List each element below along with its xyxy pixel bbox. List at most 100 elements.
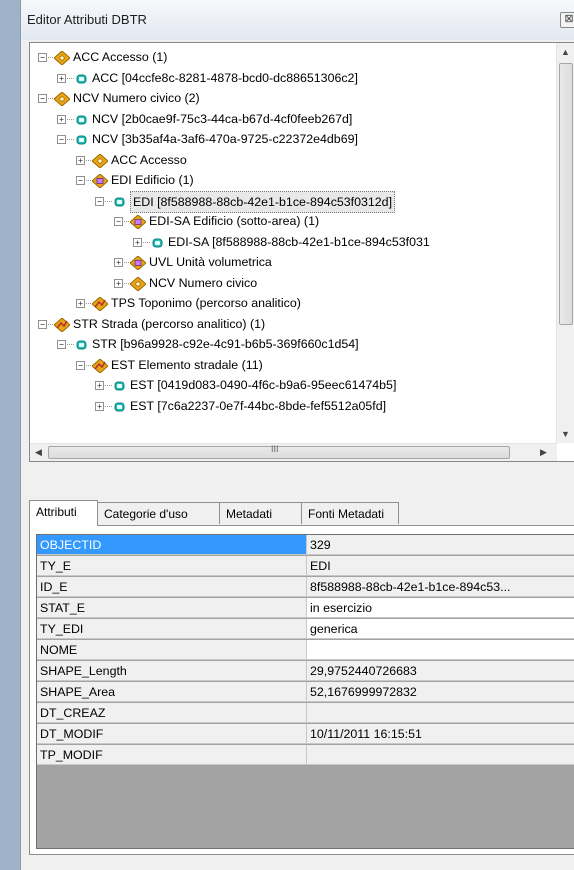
- tree-node[interactable]: + ACC [04ccfe8c-8281-4878-bcd0-dc88651306…: [30, 68, 557, 88]
- tree-node[interactable]: − STR [b96a9928-c92e-4c91-b6b5-369f660c1d…: [30, 334, 557, 354]
- tree-node-label[interactable]: ACC Accesso (1): [73, 47, 167, 67]
- collapse-icon[interactable]: −: [95, 196, 104, 206]
- attribute-value[interactable]: generica: [307, 619, 574, 639]
- tree-node-label[interactable]: NCV Numero civico (2): [73, 88, 200, 108]
- vertical-scroll-thumb[interactable]: [559, 63, 573, 325]
- tree-node[interactable]: − EDI Edificio (1): [30, 170, 557, 190]
- collapse-icon[interactable]: −: [114, 217, 123, 226]
- polygon-class-icon: [129, 255, 147, 276]
- collapse-icon[interactable]: −: [38, 94, 47, 103]
- scroll-right-arrow-icon[interactable]: ▶: [540, 447, 547, 458]
- attribute-value[interactable]: 10/11/2011 16:15:51: [307, 724, 574, 744]
- attribute-value[interactable]: 329: [307, 535, 574, 555]
- attribute-row[interactable]: SHAPE_Area 52,1676999972832: [37, 682, 574, 703]
- attribute-name: ID_E: [37, 577, 307, 597]
- tree-node[interactable]: − EST Elemento stradale (11): [30, 355, 557, 375]
- expand-icon[interactable]: +: [133, 237, 142, 247]
- tree-node-label[interactable]: NCV Numero civico: [149, 273, 257, 293]
- tree-node-label[interactable]: EDI Edificio (1): [111, 170, 194, 190]
- attribute-value[interactable]: EDI: [307, 556, 574, 576]
- attribute-row[interactable]: STAT_E in esercizio: [37, 598, 574, 619]
- attribute-value[interactable]: 29,9752440726683: [307, 661, 574, 681]
- expand-icon[interactable]: +: [57, 73, 66, 83]
- collapse-icon[interactable]: −: [76, 176, 85, 185]
- tree-node-label[interactable]: EST Elemento stradale (11): [111, 355, 263, 375]
- attribute-value[interactable]: in esercizio: [307, 598, 574, 618]
- attribute-row[interactable]: NOME: [37, 640, 574, 661]
- attribute-row[interactable]: OBJECTID 329: [37, 535, 574, 556]
- tree-node[interactable]: + EST [7c6a2237-0e7f-44bc-8bde-fef5512a05…: [30, 396, 557, 416]
- tree-horizontal-scrollbar[interactable]: ◀ III ▶: [30, 443, 557, 461]
- tree-node[interactable]: − STR Strada (percorso analitico) (1): [30, 314, 557, 334]
- scroll-left-arrow-icon[interactable]: ◀: [35, 447, 42, 458]
- expand-icon[interactable]: +: [95, 381, 104, 390]
- attribute-value[interactable]: [307, 640, 574, 660]
- collapse-icon[interactable]: −: [57, 340, 66, 349]
- tree-node-label[interactable]: STR [b96a9928-c92e-4c91-b6b5-369f660c1d5…: [92, 334, 359, 354]
- tree-node[interactable]: − EDI [8f588988-88cb-42e1-b1ce-894c53f031…: [30, 190, 557, 213]
- tab-attributi[interactable]: Attributi: [29, 500, 98, 526]
- scroll-down-arrow-icon[interactable]: ▼: [561, 429, 570, 439]
- tree-node-label[interactable]: EDI [8f588988-88cb-42e1-b1ce-894c53f0312…: [130, 190, 396, 213]
- expand-icon[interactable]: +: [114, 278, 123, 288]
- tree-node[interactable]: + ACC Accesso: [30, 150, 557, 170]
- horizontal-scroll-thumb[interactable]: III: [48, 444, 510, 459]
- attribute-value[interactable]: [307, 703, 574, 723]
- expand-icon[interactable]: +: [76, 299, 85, 308]
- attribute-row[interactable]: ID_E 8f588988-88cb-42e1-b1ce-894c53...: [37, 577, 574, 598]
- attribute-value[interactable]: 8f588988-88cb-42e1-b1ce-894c53...: [307, 577, 574, 597]
- attribute-value[interactable]: [307, 745, 574, 765]
- expand-icon[interactable]: +: [76, 155, 85, 165]
- tree-node-label[interactable]: ACC [04ccfe8c-8281-4878-bcd0-dc88651306c…: [92, 68, 358, 88]
- feature-icon: [111, 195, 127, 215]
- feature-icon: [73, 113, 89, 133]
- tree-node[interactable]: − ACC Accesso (1): [30, 47, 557, 67]
- tree-node[interactable]: + UVL Unità volumetrica: [30, 252, 557, 272]
- tree-node[interactable]: − NCV [3b35af4a-3af6-470a-9725-c22372e4db…: [30, 129, 557, 149]
- tree-node[interactable]: + EST [0419d083-0490-4f6c-b9a6-95eec61474…: [30, 375, 557, 395]
- attribute-name: DT_MODIF: [37, 724, 307, 744]
- attribute-row[interactable]: DT_MODIF 10/11/2011 16:15:51: [37, 724, 574, 745]
- feature-icon: [111, 400, 127, 420]
- tree-node[interactable]: + NCV Numero civico: [30, 273, 557, 293]
- collapse-icon[interactable]: −: [57, 135, 66, 144]
- class-icon: [91, 152, 109, 174]
- collapse-icon[interactable]: −: [38, 319, 47, 329]
- tree-node-label[interactable]: NCV [2b0cae9f-75c3-44ca-b67d-4cf0feeb267…: [92, 109, 352, 129]
- tree-node-label[interactable]: EDI-SA Edificio (sotto-area) (1): [149, 211, 319, 231]
- attribute-row[interactable]: TY_E EDI: [37, 556, 574, 577]
- tab-metadati[interactable]: Metadati: [219, 502, 302, 524]
- close-icon[interactable]: ⊠: [560, 12, 574, 28]
- attribute-row[interactable]: TP_MODIF: [37, 745, 574, 766]
- tab-fonti-metadati[interactable]: Fonti Metadati: [301, 502, 399, 524]
- collapse-icon[interactable]: −: [76, 360, 85, 370]
- attribute-value[interactable]: 52,1676999972832: [307, 682, 574, 702]
- expand-icon[interactable]: +: [95, 401, 104, 411]
- tree-node-label[interactable]: ACC Accesso: [111, 150, 187, 170]
- tree-node[interactable]: + TPS Toponimo (percorso analitico): [30, 293, 557, 313]
- tree-node[interactable]: + NCV [2b0cae9f-75c3-44ca-b67d-4cf0feeb26…: [30, 109, 557, 129]
- line-class-icon: [53, 316, 71, 338]
- expand-icon[interactable]: +: [114, 258, 123, 267]
- attribute-name: TY_E: [37, 556, 307, 576]
- expand-icon[interactable]: +: [57, 114, 66, 124]
- tree-node-label[interactable]: NCV [3b35af4a-3af6-470a-9725-c22372e4db6…: [92, 129, 358, 149]
- tree-node-label[interactable]: EST [7c6a2237-0e7f-44bc-8bde-fef5512a05f…: [130, 396, 386, 416]
- tree-node[interactable]: − EDI-SA Edificio (sotto-area) (1): [30, 211, 557, 231]
- attribute-row[interactable]: TY_EDI generica: [37, 619, 574, 640]
- class-icon: [53, 91, 71, 112]
- collapse-icon[interactable]: −: [38, 53, 47, 62]
- tree-node-label[interactable]: EDI-SA [8f588988-88cb-42e1-b1ce-894c53f0…: [168, 232, 430, 252]
- tree-node[interactable]: + EDI-SA [8f588988-88cb-42e1-b1ce-894c53f…: [30, 232, 557, 252]
- tree-node[interactable]: − NCV Numero civico (2): [30, 88, 557, 108]
- attribute-row[interactable]: SHAPE_Length 29,9752440726683: [37, 661, 574, 682]
- tab-categorie-d-uso[interactable]: Categorie d'uso: [97, 502, 220, 524]
- tree-node-label[interactable]: EST [0419d083-0490-4f6c-b9a6-95eec61474b…: [130, 375, 396, 395]
- tree-vertical-scrollbar[interactable]: ▲ ▼: [556, 43, 574, 443]
- attribute-row[interactable]: DT_CREAZ: [37, 703, 574, 724]
- attribute-editor-window: Editor Attributi DBTR ⊠ + EST [7c6a2237-0…: [20, 0, 574, 870]
- tree-node-label[interactable]: UVL Unità volumetrica: [149, 252, 272, 272]
- attributes-panel: OBJECTID 329 TY_E EDI ID_E 8f588988-88cb-42e1…: [29, 525, 574, 855]
- scroll-up-arrow-icon[interactable]: ▲: [561, 47, 570, 57]
- feature-tree[interactable]: + EST [7c6a2237-0e7f-44bc-8bde-fef5512a05…: [29, 42, 574, 462]
